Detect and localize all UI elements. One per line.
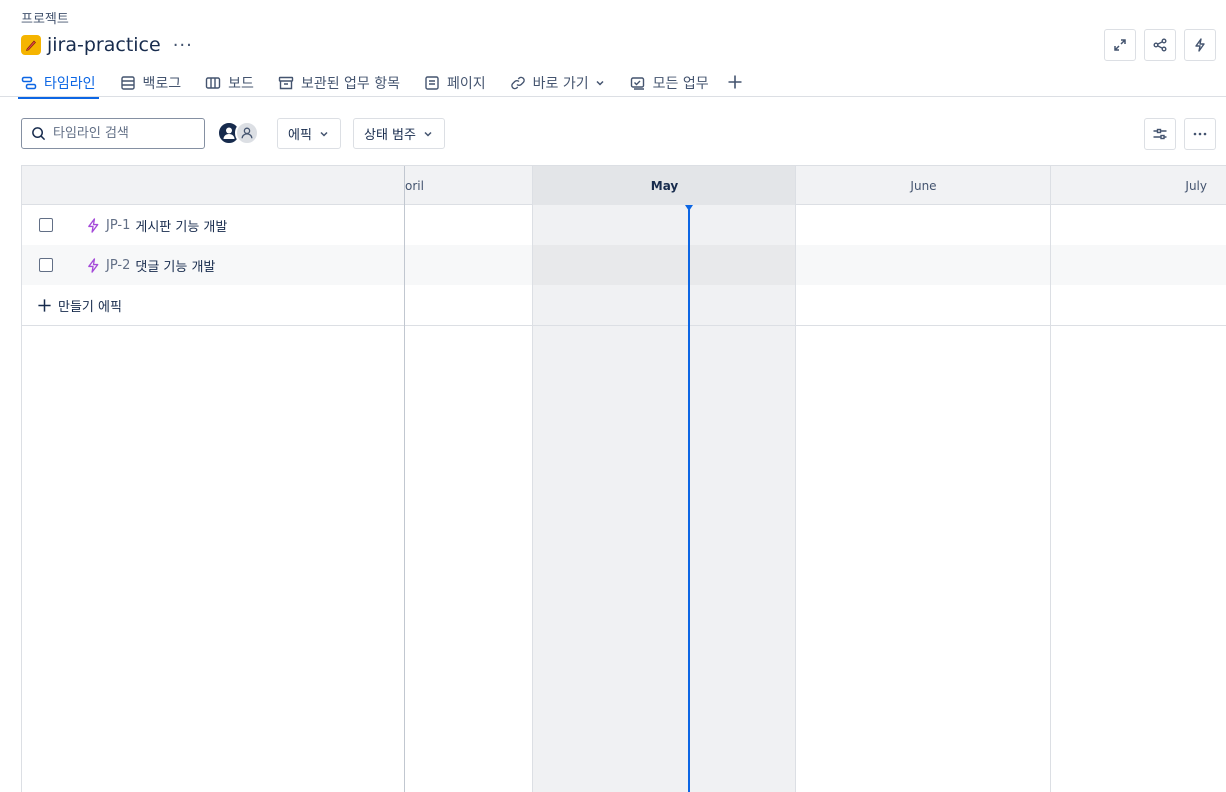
row-checkbox[interactable]	[39, 258, 53, 272]
board-icon	[205, 77, 221, 89]
month-divider	[795, 166, 796, 792]
table-row[interactable]: JP-1 게시판 기능 개발	[22, 205, 1226, 245]
breadcrumb[interactable]: 프로젝트	[21, 8, 69, 27]
month-divider	[532, 166, 533, 792]
tab-all-work[interactable]: 모든 업무	[630, 70, 709, 96]
tab-timeline[interactable]: 타임라인	[18, 70, 99, 99]
archive-icon	[278, 76, 294, 90]
tab-label: 페이지	[447, 76, 486, 92]
unassigned-avatar[interactable]	[235, 121, 259, 145]
share-button[interactable]	[1144, 29, 1176, 61]
more-options-button[interactable]	[1184, 118, 1216, 150]
month-june: June	[910, 178, 937, 193]
epic-filter-button[interactable]: 에픽	[277, 118, 341, 149]
view-tools	[1144, 118, 1216, 150]
lightning-icon	[1195, 38, 1205, 52]
tab-label: 타임라인	[44, 76, 96, 92]
search-icon	[32, 127, 46, 141]
tab-pages[interactable]: 페이지	[424, 70, 486, 96]
epic-name: 댓글 기능 개발	[135, 259, 216, 275]
add-tab-button[interactable]	[727, 73, 743, 93]
expand-icon	[1114, 39, 1126, 51]
epic-name: 게시판 기능 개발	[135, 219, 228, 235]
chevron-down-icon	[320, 131, 328, 137]
epic-key: JP-2	[106, 257, 131, 273]
row-checkbox[interactable]	[39, 218, 53, 232]
create-epic-button[interactable]: 만들기 에픽	[37, 296, 122, 315]
timeline-icon	[21, 76, 37, 90]
month-april: oril	[405, 178, 424, 193]
more-icon	[1193, 132, 1207, 136]
tab-shortcuts[interactable]: 바로 가기	[510, 70, 606, 96]
timeline-grid: oril May June July JP-1 게시판 기능 개발 JP-2 댓…	[21, 165, 1226, 792]
plus-icon	[38, 298, 51, 312]
tab-backlog[interactable]: 백로그	[120, 70, 182, 96]
rows-divider	[22, 325, 1226, 326]
month-divider	[1050, 166, 1051, 792]
chevron-down-icon	[596, 80, 604, 86]
row-current-month-cell	[533, 245, 796, 285]
project-avatar-icon	[21, 35, 41, 55]
list-split-divider[interactable]	[404, 166, 405, 792]
tab-board[interactable]: 보드	[205, 70, 254, 96]
tab-label: 보드	[228, 76, 254, 92]
tab-label: 백로그	[142, 76, 182, 92]
page-icon	[425, 76, 439, 90]
tab-label: 보관된 업무 항목	[300, 76, 400, 92]
month-july: July	[1185, 178, 1207, 193]
backlog-icon	[120, 76, 135, 90]
all-work-icon	[630, 77, 644, 90]
epic-icon	[88, 257, 99, 273]
today-line	[688, 205, 690, 792]
status-category-label: 상태 범주	[364, 128, 416, 143]
project-header: jira-practice ···	[21, 33, 193, 57]
today-marker	[685, 205, 693, 211]
view-settings-button[interactable]	[1144, 118, 1176, 150]
automation-button[interactable]	[1184, 29, 1216, 61]
tab-label: 바로 가기	[532, 76, 589, 92]
search-input[interactable]	[53, 126, 193, 141]
assignee-avatars	[217, 121, 259, 145]
create-epic-label: 만들기 에픽	[58, 299, 122, 315]
epic-item[interactable]: JP-1 게시판 기능 개발	[86, 216, 227, 235]
chevron-down-icon	[424, 131, 432, 137]
timeline-search[interactable]	[21, 118, 205, 149]
tab-label: 모든 업무	[652, 76, 709, 92]
epic-key: JP-1	[106, 217, 131, 233]
fullscreen-button[interactable]	[1104, 29, 1136, 61]
page-title: jira-practice	[47, 34, 161, 56]
month-may: May	[533, 166, 796, 205]
status-category-filter-button[interactable]: 상태 범주	[353, 118, 445, 149]
tabs-divider	[0, 96, 1226, 97]
project-more-button[interactable]: ···	[173, 35, 193, 56]
timeline-header: oril May June July	[22, 166, 1226, 205]
header-actions	[1104, 29, 1216, 61]
epic-filter-label: 에픽	[288, 128, 312, 143]
link-icon	[510, 76, 525, 90]
share-icon	[1153, 38, 1167, 52]
sliders-icon	[1153, 128, 1167, 140]
create-epic-row: 만들기 에픽	[22, 285, 1226, 325]
tab-bar: 타임라인 백로그 보드 보관된 업무 항목 페이지 바로 가기 모든 업무	[18, 70, 743, 99]
user-outline-icon	[241, 127, 253, 139]
epic-item[interactable]: JP-2 댓글 기능 개발	[86, 256, 215, 275]
epic-icon	[88, 217, 99, 233]
tab-archived[interactable]: 보관된 업무 항목	[278, 70, 400, 96]
table-row[interactable]: JP-2 댓글 기능 개발	[22, 245, 1226, 285]
plus-icon	[728, 75, 742, 89]
